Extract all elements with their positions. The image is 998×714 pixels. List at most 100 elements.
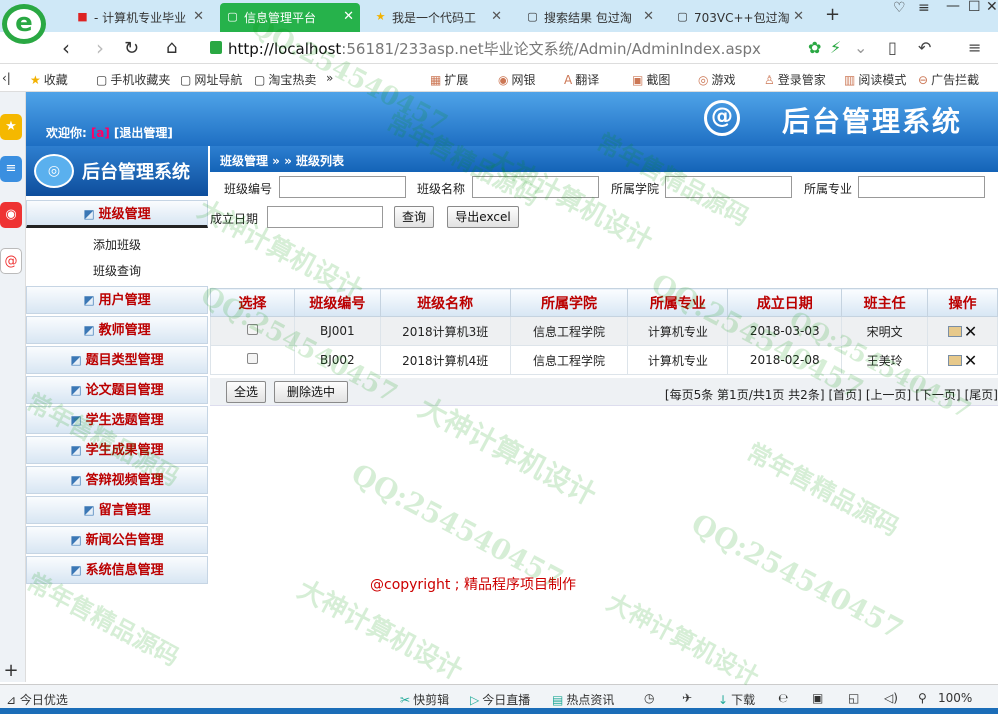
status-item[interactable]: ↓ 下载: [718, 691, 755, 708]
status-today-picks[interactable]: ⊿ 今日优选: [6, 691, 68, 708]
filter-major-input[interactable]: [858, 176, 985, 198]
sidebar-menu-item[interactable]: ◩ 学生成果管理: [26, 436, 208, 464]
status-item[interactable]: ▤ 热点资讯: [552, 691, 614, 708]
filter-college-input[interactable]: [665, 176, 792, 198]
weibo-icon[interactable]: ◉: [0, 202, 22, 228]
hamburger-menu-icon[interactable]: ≡: [968, 38, 981, 57]
home-icon[interactable]: ⌂: [166, 37, 177, 58]
toolbar-item[interactable]: ▣ 截图: [632, 71, 670, 88]
sidebar-menu-item[interactable]: ◩ 题目类型管理: [26, 346, 208, 374]
bookmark-item[interactable]: »: [326, 71, 336, 85]
delete-selected-button[interactable]: 删除选中: [274, 381, 348, 403]
bookmark-icon: »: [326, 71, 334, 85]
phone-icon[interactable]: ▯: [888, 38, 897, 57]
toolbar-item[interactable]: A 翻译: [564, 71, 599, 88]
status-zoom-icon[interactable]: ⚲: [918, 691, 927, 705]
toolbar-item[interactable]: ♙ 登录管家: [764, 71, 826, 88]
url-input[interactable]: http://localhost:56181/233asp.net毕业论文系统/…: [206, 36, 850, 60]
query-button[interactable]: 查询: [394, 206, 434, 228]
bookmark-item[interactable]: ▢ 手机收藏夹: [96, 71, 170, 88]
status-square-icon[interactable]: ▣: [812, 691, 823, 705]
browser-tab[interactable]: ■ - 计算机专业毕业 ✕: [70, 3, 210, 32]
delete-icon[interactable]: ✕: [964, 351, 977, 370]
toolbar-item[interactable]: ◎ 游戏: [698, 71, 736, 88]
pager-last-link[interactable]: [尾页]: [965, 388, 998, 402]
mail-icon[interactable]: @: [0, 248, 22, 274]
bookmark-item[interactable]: ★ 收藏: [30, 71, 68, 88]
undo-icon[interactable]: ↶: [918, 38, 931, 57]
delete-icon[interactable]: ✕: [964, 322, 977, 341]
row-checkbox[interactable]: [246, 353, 258, 364]
filter-name-input[interactable]: [472, 176, 599, 198]
toolbar-item[interactable]: ◉ 网银: [498, 71, 536, 88]
toolbar-item[interactable]: ▦ 扩展: [430, 71, 468, 88]
favorites-star-icon[interactable]: ★: [0, 114, 22, 140]
status-pin-icon[interactable]: ✈: [682, 691, 692, 705]
status-ie-icon[interactable]: ℮: [778, 691, 788, 705]
sidebar-menu-item[interactable]: ◩ 学生选题管理: [26, 406, 208, 434]
skin-icon[interactable]: ♡: [893, 0, 906, 16]
forward-icon[interactable]: ›: [96, 36, 104, 60]
status-refresh-icon[interactable]: ◷: [644, 691, 654, 705]
maximize-icon[interactable]: ☐: [968, 0, 981, 15]
tab-close-icon[interactable]: ✕: [643, 9, 654, 24]
back-icon[interactable]: ‹: [62, 36, 70, 60]
bookmark-item[interactable]: ▢ 淘宝热卖: [254, 71, 316, 88]
status-volume-icon[interactable]: ◁): [884, 691, 898, 705]
reload-icon[interactable]: ↻: [124, 38, 139, 59]
toolbar-item-label: 登录管家: [777, 73, 826, 87]
tab-close-icon[interactable]: ✕: [793, 9, 804, 24]
add-side-icon[interactable]: +: [0, 658, 22, 684]
edit-icon[interactable]: [947, 325, 962, 337]
sidebar-menu-item[interactable]: ◩ 新闻公告管理: [26, 526, 208, 554]
sidebar-menu-item[interactable]: ◩ 论文题目管理: [26, 376, 208, 404]
tab-close-icon[interactable]: ✕: [343, 9, 354, 24]
dropdown-chevron-icon[interactable]: ⌄: [854, 38, 867, 57]
minimize-icon[interactable]: —: [946, 0, 960, 14]
status-item-icon: ↓: [718, 693, 729, 707]
edit-icon[interactable]: [947, 354, 962, 366]
toolbar-item[interactable]: ⊖ 广告拦截: [918, 71, 979, 88]
filter-date-input[interactable]: [267, 206, 383, 228]
close-window-icon[interactable]: ✕: [986, 0, 998, 15]
sidebar-menu-item[interactable]: ◩ 留言管理: [26, 496, 208, 524]
sidebar-toggle-icon[interactable]: ‹|: [2, 71, 11, 85]
lightning-icon[interactable]: ⚡: [830, 38, 841, 57]
speed-icon[interactable]: ✿: [808, 38, 821, 57]
browser-tab[interactable]: ★ 我是一个代码工 ✕: [368, 3, 508, 32]
status-window-icon[interactable]: ◱: [848, 691, 859, 705]
sidebar-submenu-item[interactable]: 班级查询: [26, 258, 208, 284]
logout-link[interactable]: [退出管理]: [114, 126, 173, 140]
pager-prev-link[interactable]: [上一页]: [866, 388, 911, 402]
row-checkbox[interactable]: [246, 324, 258, 335]
bookmark-item[interactable]: ▢ 网址导航: [180, 71, 242, 88]
toolbar-item[interactable]: ▥ 阅读模式: [844, 71, 906, 88]
status-item[interactable]: ▷ 今日直播: [470, 691, 530, 708]
sidebar-menu-item[interactable]: ◩ 系统信息管理: [26, 556, 208, 584]
browser-tab[interactable]: ▢ 703VC++包过淘 ✕: [670, 3, 810, 32]
browser-tab-label: 搜索结果 包过淘: [544, 11, 632, 25]
menu-folder-icon: ◩: [83, 293, 95, 307]
pager-first-link[interactable]: [首页]: [829, 388, 862, 402]
export-excel-button[interactable]: 导出excel: [447, 206, 519, 228]
tab-close-icon[interactable]: ✕: [193, 9, 204, 24]
browser-tab[interactable]: ▢ 信息管理平台 ✕: [220, 3, 360, 32]
menu-icon[interactable]: ≡: [918, 0, 930, 16]
select-all-button[interactable]: 全选: [226, 381, 266, 403]
sidebar-submenu-item[interactable]: 添加班级: [26, 232, 208, 258]
status-item[interactable]: ✂ 快剪辑: [400, 691, 449, 708]
new-tab-button[interactable]: +: [825, 4, 840, 25]
pager-next-link[interactable]: [下一页]: [915, 388, 960, 402]
browser-tab[interactable]: ▢ 搜索结果 包过淘 ✕: [520, 3, 660, 32]
sidebar-menu-item[interactable]: ◩ 教师管理: [26, 316, 208, 344]
bookmark-bar: ‹| ★ 收藏 ▢ 手机收藏夹 ▢ 网址导航 ▢ 淘宝热卖 » ▦ 扩展 ◉ 网银 A 翻译 ▣ 截图 ◎ 游戏 ♙…: [0, 64, 998, 92]
status-zoom-level[interactable]: 100%: [938, 691, 972, 705]
url-host: http://localhost: [228, 40, 342, 58]
sidebar-menu-item[interactable]: ◩ 用户管理: [26, 286, 208, 314]
filter-code-input[interactable]: [279, 176, 406, 198]
table-cell-date: 2018-03-03: [727, 316, 843, 346]
sidebar-menu-item[interactable]: ◩ 答辩视频管理: [26, 466, 208, 494]
sidebar-menu-item[interactable]: ◩ 班级管理: [26, 200, 208, 228]
tab-close-icon[interactable]: ✕: [491, 9, 502, 24]
notes-icon[interactable]: ≡: [0, 156, 22, 182]
